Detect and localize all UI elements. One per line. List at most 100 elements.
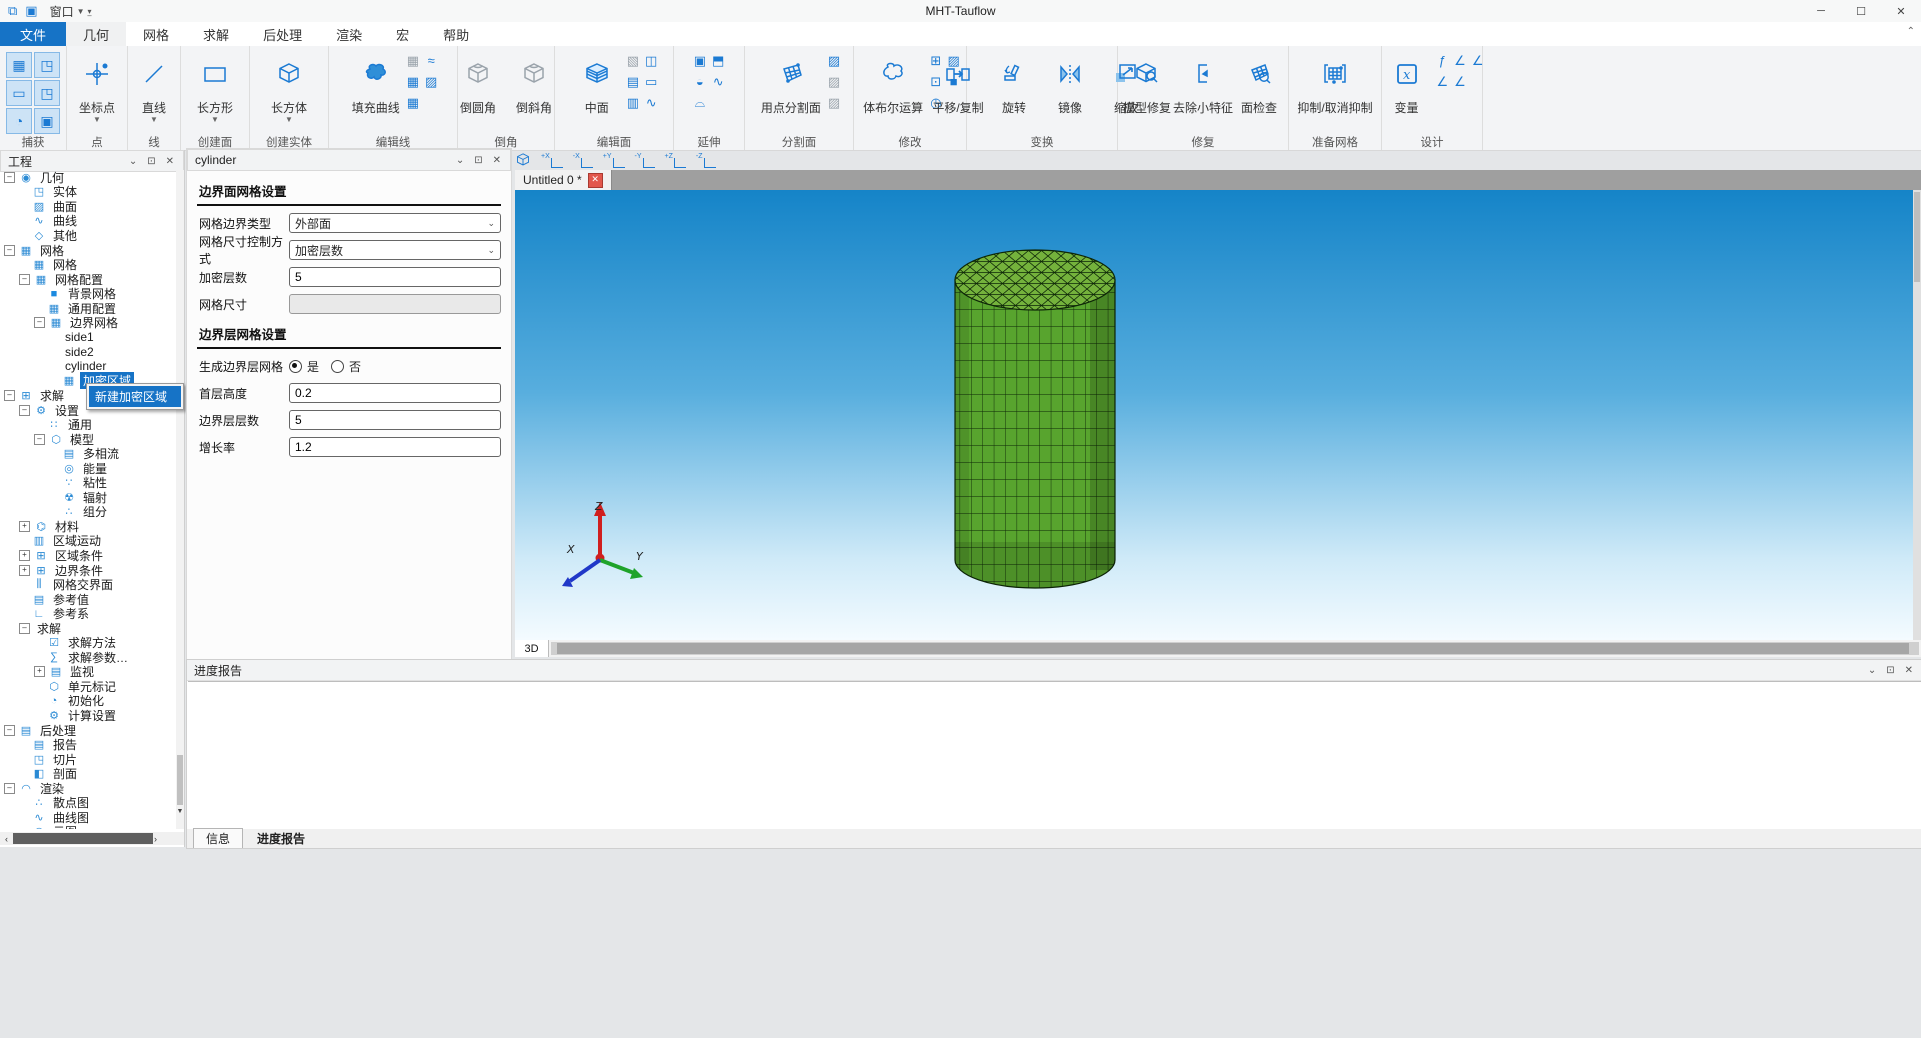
suppress-unsuppress-button[interactable]: 抑制/取消抑制	[1295, 50, 1375, 117]
face-check-button[interactable]: 面检查	[1233, 50, 1285, 117]
tree-item[interactable]: –▦网格	[0, 243, 176, 258]
dropdown-arrow-icon[interactable]: ▼	[285, 116, 293, 123]
tree-item[interactable]: ⚙计算设置	[0, 708, 176, 723]
collapse-icon[interactable]: –	[34, 434, 45, 445]
boundary-layer-count-input-value[interactable]	[295, 413, 495, 427]
first-layer-height-input-value[interactable]	[295, 386, 495, 400]
tree-item[interactable]: ◳实体	[0, 185, 176, 200]
mini-tool-button[interactable]: ∠	[1472, 54, 1484, 67]
mini-tool-button[interactable]: ▨	[828, 96, 840, 109]
mini-tool-button[interactable]: ▥	[627, 96, 639, 109]
fillet-button[interactable]: 倒圆角	[452, 50, 504, 117]
dropdown-arrow-icon[interactable]: ▼	[150, 116, 158, 123]
mini-tool-button[interactable]: ▨	[828, 54, 840, 67]
viewport-vertical-scrollbar[interactable]	[1913, 190, 1921, 640]
quick-new-icon[interactable]: ⧉	[8, 3, 17, 19]
dropdown-arrow-icon[interactable]: ▼	[211, 116, 219, 123]
collapse-icon[interactable]: –	[4, 390, 15, 401]
menu-item-help[interactable]: 帮助	[426, 22, 486, 46]
refinement-layers-input[interactable]	[289, 267, 501, 287]
view-plusminus-y-button[interactable]: +Y	[603, 153, 625, 168]
snap-grid-button[interactable]: ▦	[6, 52, 32, 78]
mid-surface-button[interactable]: 中面	[571, 50, 623, 117]
mini-tool-button[interactable]: ▦	[407, 75, 419, 88]
viewport-horizontal-scrollbar[interactable]	[551, 642, 1919, 655]
cuboid-button[interactable]: 长方体▼	[263, 50, 315, 124]
pin-icon[interactable]: ⊡	[142, 156, 160, 167]
boundary-layer-count-input[interactable]	[289, 410, 501, 430]
bottom-tab-info[interactable]: 信息	[193, 828, 243, 848]
tree-item[interactable]: ▨曲面	[0, 199, 176, 214]
tree-item[interactable]: ▤报告	[0, 737, 176, 752]
minimize-button[interactable]: ─	[1801, 0, 1841, 22]
view-minus-z-button[interactable]: -Z	[696, 153, 716, 168]
tree-item[interactable]: ∿曲线	[0, 214, 176, 229]
mini-tool-button[interactable]: ▨	[425, 75, 437, 88]
collapse-icon[interactable]: –	[4, 245, 15, 256]
context-menu-item-new-refinement-region[interactable]: 新建加密区域	[89, 386, 181, 407]
mini-tool-button[interactable]: ◒	[696, 75, 704, 88]
menu-item-solve[interactable]: 求解	[186, 22, 246, 46]
rotate-button[interactable]: 旋转	[988, 50, 1040, 117]
tree-horizontal-scrollbar[interactable]: ‹ ›	[0, 832, 184, 845]
maximize-button[interactable]: ☐	[1841, 0, 1881, 22]
scroll-left-icon[interactable]: ‹	[0, 834, 13, 844]
tree-item[interactable]: –▤后处理	[0, 723, 176, 738]
collapse-icon[interactable]: –	[4, 172, 15, 183]
close-icon[interactable]: ✕	[488, 155, 506, 166]
close-icon[interactable]: ✕	[1900, 665, 1918, 676]
radio-unchecked-icon[interactable]	[331, 360, 344, 373]
tree-item[interactable]: –▦边界网格	[0, 315, 176, 330]
collapse-icon[interactable]: –	[34, 317, 45, 328]
close-icon[interactable]: ✕	[161, 156, 179, 167]
mini-tool-button[interactable]: ∠	[1437, 75, 1449, 88]
refinement-layers-input-value[interactable]	[295, 270, 495, 284]
straight-line-button[interactable]: 直线▼	[128, 50, 180, 124]
mini-tool-button[interactable]: ∿	[713, 75, 724, 88]
bevel-button[interactable]: 倒斜角	[508, 50, 560, 117]
mesh-boundary-type-select[interactable]: 外部面⌄	[289, 213, 501, 233]
model-repair-button[interactable]: 模型修复	[1121, 50, 1173, 117]
tree-item[interactable]: ∿曲线图	[0, 810, 176, 825]
growth-rate-input-value[interactable]	[295, 440, 495, 454]
mini-tool-button[interactable]: ▦	[407, 96, 419, 109]
scroll-right-icon[interactable]: ›	[149, 834, 162, 844]
tree-item[interactable]: ◳切片	[0, 752, 176, 767]
view-minus-y-button[interactable]: -Y	[635, 153, 655, 168]
snap-endpoint-button[interactable]: ◳	[34, 52, 60, 78]
collapse-icon[interactable]: –	[19, 623, 30, 634]
first-layer-height-input[interactable]	[289, 383, 501, 403]
mini-tool-button[interactable]: ▭	[645, 75, 657, 88]
tree-vertical-scrollbar[interactable]: ▼	[176, 170, 184, 829]
view-plusminus-z-button[interactable]: +Z	[665, 153, 686, 168]
mini-tool-button[interactable]: ▤	[627, 75, 639, 88]
menu-item-render[interactable]: 渲染	[319, 22, 379, 46]
scrollbar-thumb[interactable]	[13, 833, 153, 844]
rectangle-button[interactable]: 长方形▼	[189, 50, 241, 124]
fill-curve-button[interactable]: 填充曲线	[349, 50, 403, 117]
collapse-icon[interactable]: –	[19, 405, 30, 416]
tree-item[interactable]: side1	[0, 330, 176, 345]
view-minus-x-button[interactable]: -X	[573, 153, 593, 168]
expand-icon[interactable]: +	[19, 521, 30, 532]
scrollbar-thumb[interactable]	[1914, 192, 1920, 282]
mirror-button[interactable]: 镜像	[1044, 50, 1096, 117]
collapse-ribbon-icon[interactable]: ⌃	[1907, 26, 1915, 37]
mini-tool-button[interactable]: ∿	[646, 96, 657, 109]
mini-tool-button[interactable]: ∠	[1454, 54, 1466, 67]
tree-item[interactable]: ∟参考系	[0, 606, 176, 621]
pin-icon[interactable]: ⊡	[1881, 665, 1899, 676]
mini-tool-button[interactable]: ∠	[1454, 75, 1466, 88]
view-mode-tab[interactable]: 3D	[515, 640, 549, 657]
fit-view-button[interactable]	[515, 152, 531, 168]
tab-close-icon[interactable]: ✕	[588, 173, 603, 188]
mini-tool-button[interactable]: ◫	[645, 54, 657, 67]
chevron-down-icon[interactable]: ⌄	[1863, 665, 1881, 676]
mini-tool-button[interactable]: ⬒	[712, 54, 724, 67]
remove-small-features-button[interactable]: 去除小特征	[1177, 50, 1229, 117]
menu-item-file[interactable]: 文件	[0, 22, 66, 46]
expand-icon[interactable]: +	[34, 666, 45, 677]
document-tab[interactable]: Untitled 0 * ✕	[515, 170, 612, 190]
snap-arc-button[interactable]: ◔	[6, 108, 32, 134]
collapse-icon[interactable]: –	[4, 783, 15, 794]
